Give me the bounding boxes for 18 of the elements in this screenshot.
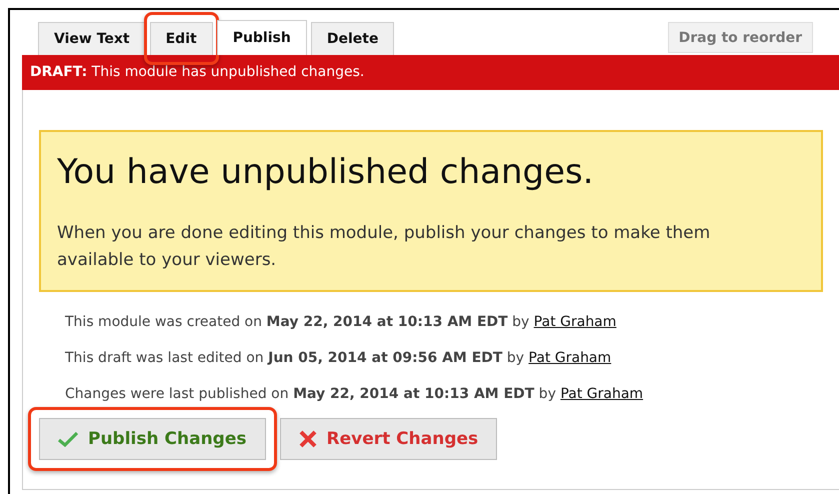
tab[interactable]: Publish	[216, 20, 307, 55]
notice-heading: You have unpublished changes.	[57, 152, 595, 192]
tab[interactable]: Delete	[310, 22, 394, 55]
publish-button[interactable]: Publish Changes	[39, 418, 266, 460]
revert-button[interactable]: Revert Changes	[280, 418, 498, 460]
tab[interactable]: View Text	[38, 22, 146, 55]
tab[interactable]: Edit	[150, 22, 213, 55]
author-link[interactable]: Pat Graham	[528, 350, 612, 366]
history-line: This module was created on May 22, 2014 at 10:13 AM EDT by Pat Graham	[64, 313, 618, 332]
author-link[interactable]: Pat Graham	[534, 314, 616, 330]
history-line: Changes were last published on May 22, 2014 at 10:13 AM EDT by Pat Graham	[64, 385, 644, 404]
reorder-button[interactable]: Drag to reorder	[668, 22, 813, 53]
notice-message: When you are done editing this module, publish your changes to make them available to your viewers.	[57, 222, 712, 272]
history-line: This draft was last edited on Jun 05, 2014 at 09:56 AM EDT by Pat Graham	[64, 349, 612, 368]
draft-banner: DRAFT: This module has unpublished changes.	[22, 55, 839, 90]
check-icon	[58, 431, 78, 447]
author-link[interactable]: Pat Graham	[560, 386, 644, 402]
cross-icon	[298, 430, 316, 448]
